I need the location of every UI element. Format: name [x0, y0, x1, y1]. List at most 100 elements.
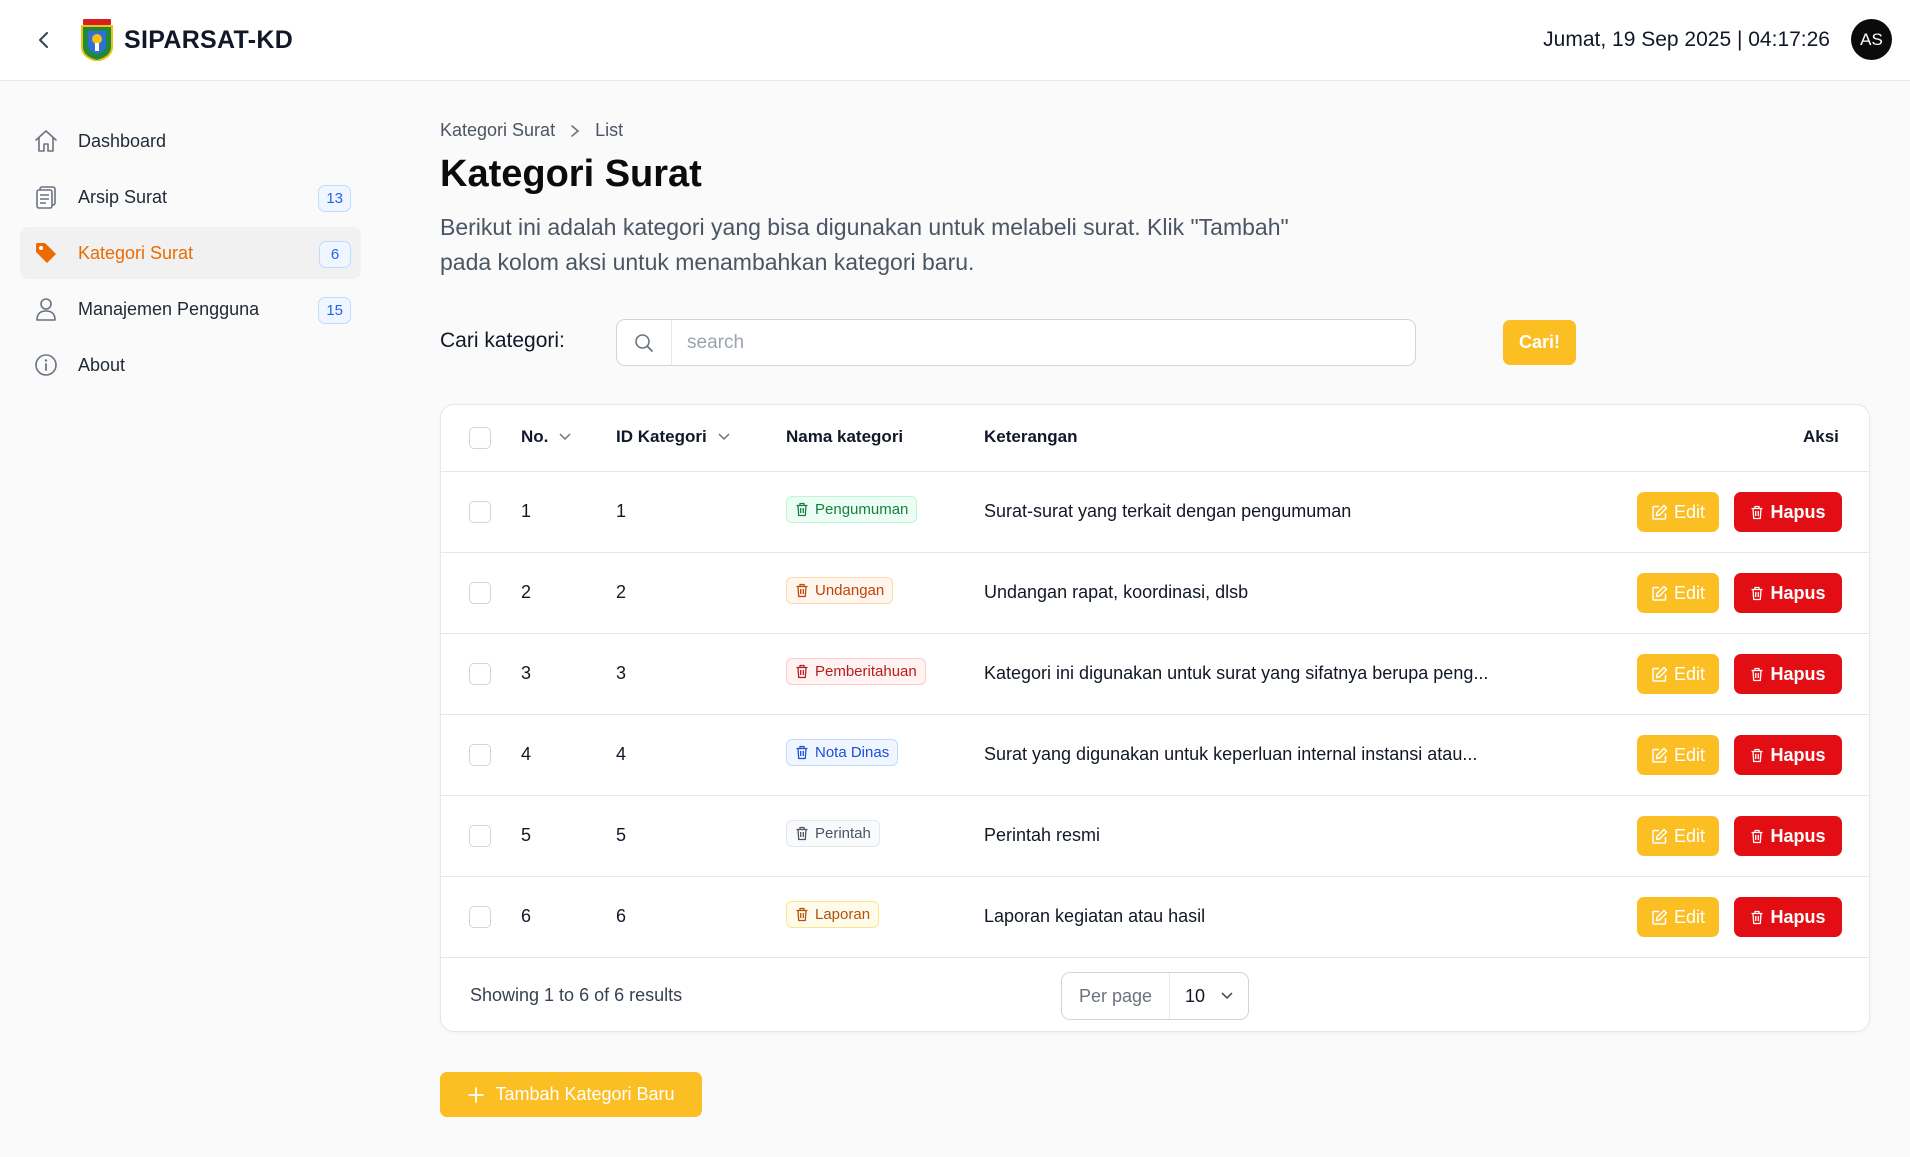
edit-button[interactable]: Edit [1637, 492, 1719, 532]
cell-no: 1 [521, 501, 532, 521]
cell-description: Kategori ini digunakan untuk surat yang … [984, 663, 1489, 683]
chevron-down-icon [558, 432, 572, 442]
trash-icon [1750, 505, 1764, 520]
row-checkbox[interactable] [469, 906, 491, 928]
cell-id: 2 [616, 582, 627, 602]
edit-label: Edit [1673, 744, 1706, 765]
delete-button[interactable]: Hapus [1734, 573, 1842, 613]
cell-id: 1 [616, 501, 627, 521]
pencil-icon [1651, 909, 1668, 926]
sidebar-item-about[interactable]: About [20, 339, 361, 391]
pencil-icon [1651, 504, 1668, 521]
column-actions: Aksi [1803, 427, 1839, 446]
select-all-checkbox[interactable] [469, 427, 491, 449]
search-button[interactable]: Cari! [1503, 320, 1576, 365]
user-avatar[interactable]: AS [1851, 19, 1892, 60]
trash-icon [1750, 586, 1764, 601]
sidebar-item-kategori-surat[interactable]: Kategori Surat 6 [20, 227, 361, 279]
trash-icon [795, 826, 809, 841]
search-label: Cari kategori: [440, 329, 565, 352]
delete-button[interactable]: Hapus [1734, 735, 1842, 775]
edit-button[interactable]: Edit [1637, 735, 1719, 775]
cell-description: Surat-surat yang terkait dengan pengumum… [984, 501, 1352, 521]
edit-label: Edit [1673, 906, 1706, 927]
cell-id: 6 [616, 906, 627, 926]
edit-label: Edit [1673, 501, 1706, 522]
sidebar-item-manajemen-pengguna[interactable]: Manajemen Pengguna 15 [20, 283, 361, 335]
categories-table: No. ID Kategori Nama kategori Keterangan… [440, 404, 1870, 1032]
column-no[interactable]: No. [521, 427, 572, 447]
edit-button[interactable]: Edit [1637, 816, 1719, 856]
delete-button[interactable]: Hapus [1734, 897, 1842, 937]
chevron-down-icon [717, 432, 731, 442]
user-icon [32, 295, 60, 323]
app-title: SIPARSAT-KD [124, 26, 294, 54]
pencil-icon [1651, 828, 1668, 845]
edit-button[interactable]: Edit [1637, 654, 1719, 694]
delete-label: Hapus [1770, 501, 1826, 522]
delete-button[interactable]: Hapus [1734, 654, 1842, 694]
current-datetime: Jumat, 19 Sep 2025 | 04:17:26 [1543, 28, 1830, 51]
row-checkbox[interactable] [469, 663, 491, 685]
breadcrumb-current: List [595, 120, 624, 140]
add-category-label: Tambah Kategori Baru [495, 1084, 675, 1104]
chip-label: Perintah [815, 825, 871, 842]
trash-icon [795, 583, 809, 598]
row-checkbox[interactable] [469, 501, 491, 523]
back-button[interactable] [30, 26, 58, 54]
per-page-control: Per page 10 [1061, 972, 1249, 1020]
sidebar: Dashboard Arsip Surat 13 Kategori Surat … [20, 115, 361, 395]
table-row: 2 2 Undangan Undangan rapat, koordinasi,… [441, 553, 1869, 634]
delete-label: Hapus [1770, 744, 1826, 765]
cell-no: 2 [521, 582, 532, 602]
category-chip: Nota Dinas [786, 739, 899, 766]
count-badge: 15 [318, 297, 351, 324]
trash-icon [1750, 829, 1764, 844]
table-row: 4 4 Nota Dinas Surat yang digunakan untu… [441, 715, 1869, 796]
delete-label: Hapus [1770, 663, 1826, 684]
top-bar: SIPARSAT-KD Jumat, 19 Sep 2025 | 04:17:2… [0, 0, 1910, 81]
trash-icon [795, 664, 809, 679]
sidebar-item-label: About [78, 354, 126, 375]
cell-no: 3 [521, 663, 532, 683]
table-row: 5 5 Perintah Perintah resmi Edit Hapus [441, 796, 1869, 877]
sidebar-item-arsip-surat[interactable]: Arsip Surat 13 [20, 171, 361, 223]
chip-label: Pengumuman [815, 501, 909, 518]
edit-button[interactable]: Edit [1637, 573, 1719, 613]
table-row: 6 6 Laporan Laporan kegiatan atau hasil … [441, 877, 1869, 958]
info-icon [32, 351, 60, 379]
chip-label: Pemberitahuan [815, 663, 917, 680]
trash-icon [1750, 910, 1764, 925]
home-icon [32, 127, 60, 155]
delete-label: Hapus [1770, 582, 1826, 603]
add-category-button[interactable]: Tambah Kategori Baru [440, 1072, 702, 1117]
chip-label: Undangan [815, 582, 885, 599]
edit-button[interactable]: Edit [1637, 897, 1719, 937]
column-name: Nama kategori [786, 427, 904, 446]
column-id[interactable]: ID Kategori [616, 427, 731, 447]
row-checkbox[interactable] [469, 825, 491, 847]
cell-description: Perintah resmi [984, 825, 1101, 845]
per-page-select[interactable]: 10 [1170, 973, 1248, 1019]
cell-description: Undangan rapat, koordinasi, dlsb [984, 582, 1249, 602]
delete-label: Hapus [1770, 906, 1826, 927]
app-logo-icon [80, 19, 114, 63]
breadcrumb-parent[interactable]: Kategori Surat [440, 120, 555, 141]
category-chip: Laporan [786, 901, 880, 928]
search-input[interactable] [672, 320, 1415, 365]
page-description: Berikut ini adalah kategori yang bisa di… [440, 214, 1289, 275]
results-summary: Showing 1 to 6 of 6 results [470, 985, 683, 1005]
edit-label: Edit [1673, 825, 1706, 846]
row-checkbox[interactable] [469, 582, 491, 604]
delete-button[interactable]: Hapus [1734, 816, 1842, 856]
chevron-down-icon [1220, 991, 1234, 1001]
search-icon [617, 320, 672, 365]
row-checkbox[interactable] [469, 744, 491, 766]
cell-id: 3 [616, 663, 627, 683]
column-no-label: No. [521, 427, 549, 446]
delete-button[interactable]: Hapus [1734, 492, 1842, 532]
table-row: 3 3 Pemberitahuan Kategori ini digunakan… [441, 634, 1869, 715]
category-chip: Pemberitahuan [786, 658, 926, 685]
sidebar-item-dashboard[interactable]: Dashboard [20, 115, 361, 167]
pencil-icon [1651, 747, 1668, 764]
